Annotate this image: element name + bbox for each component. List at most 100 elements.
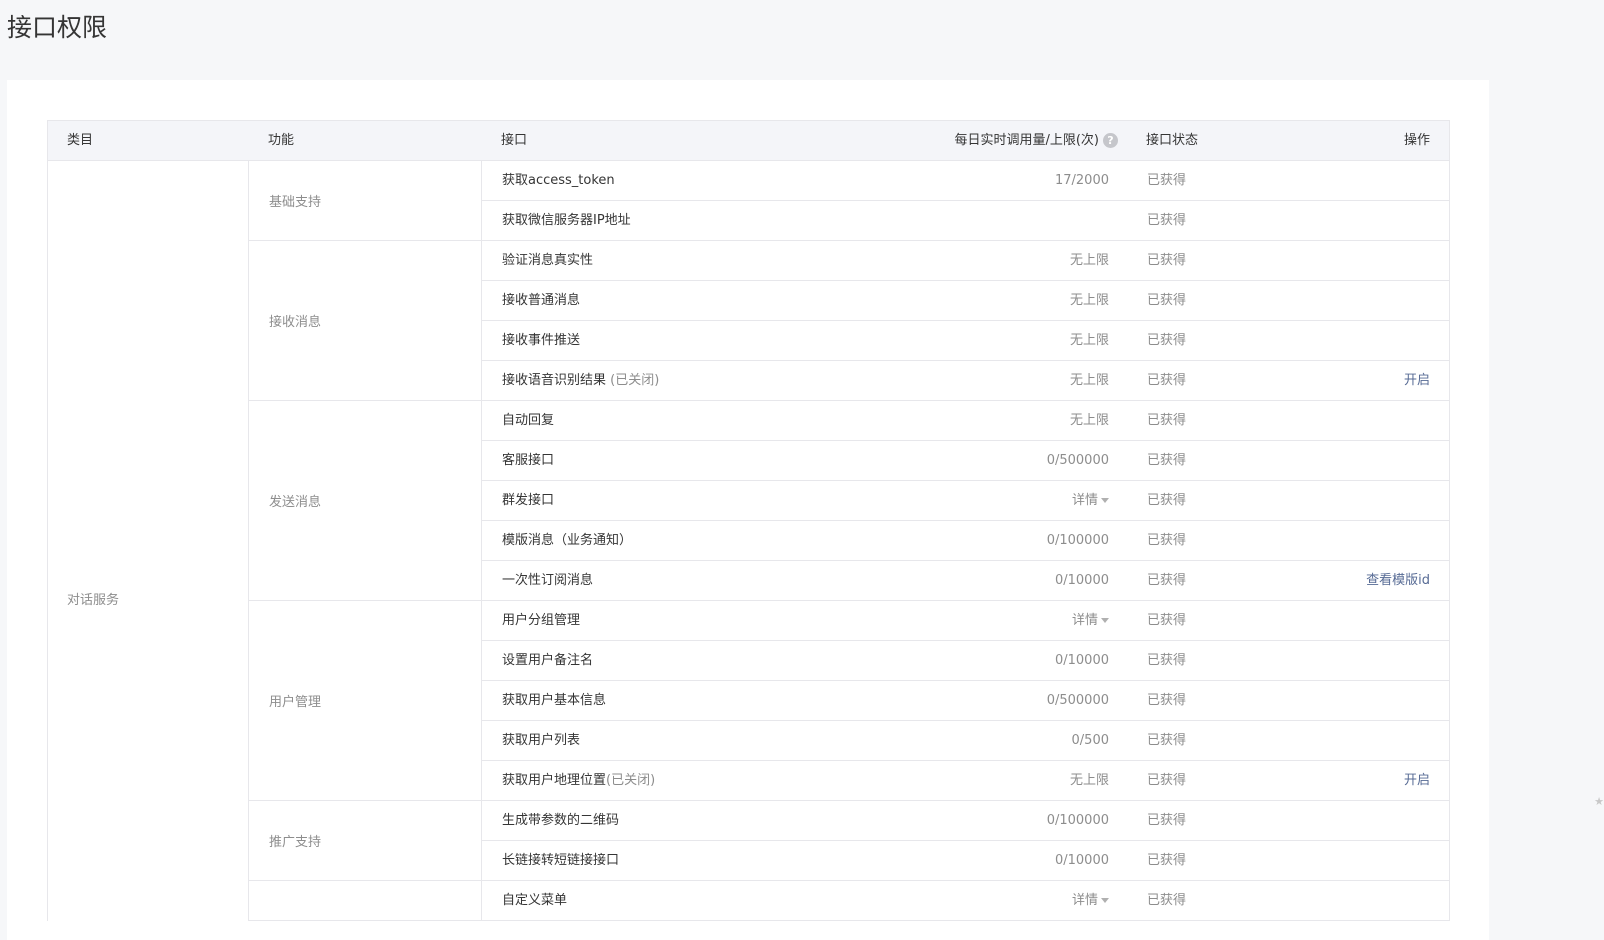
status-value: 已获得 bbox=[1147, 333, 1187, 348]
table-row: 生成带参数的二维码 0/100000 已获得 bbox=[482, 801, 1449, 841]
operation-link[interactable]: 开启 bbox=[1404, 361, 1430, 400]
table-row: 客服接口 0/500000 已获得 bbox=[482, 441, 1449, 481]
category-label: 对话服务 bbox=[67, 593, 120, 608]
usage-detail-dropdown[interactable]: 详情 bbox=[1072, 601, 1109, 640]
table-row: 自动回复 无上限 已获得 bbox=[482, 401, 1449, 441]
status-value: 已获得 bbox=[1147, 413, 1187, 428]
function-group: 自定义菜单 详情 已获得 bbox=[249, 881, 1449, 921]
api-name: 获取access_token bbox=[502, 161, 615, 200]
api-name-text: 生成带参数的二维码 bbox=[502, 813, 620, 828]
caret-down-icon bbox=[1101, 898, 1109, 903]
table-row: 接收事件推送 无上限 已获得 bbox=[482, 321, 1449, 361]
function-label: 发送消息 bbox=[269, 495, 322, 510]
table-row: 获取用户列表 0/500 已获得 bbox=[482, 721, 1449, 761]
api-name: 自定义菜单 bbox=[502, 881, 567, 920]
operation-link[interactable]: 开启 bbox=[1404, 761, 1430, 800]
api-rows: 获取access_token 17/2000 已获得 获取微信服务器IP地址 已获得 bbox=[482, 161, 1449, 240]
table-row: 获取微信服务器IP地址 已获得 bbox=[482, 201, 1449, 240]
table-row: 验证消息真实性 无上限 已获得 bbox=[482, 241, 1449, 281]
api-name: 接收语音识别结果 (已关闭) bbox=[502, 361, 659, 400]
function-group: 发送消息 自动回复 无上限 已获得 客服接口 0/500000 已获得 群发接口 详情 已获得 模版… bbox=[249, 401, 1449, 601]
usage-value: 0/10000 bbox=[1054, 653, 1109, 668]
caret-down-icon bbox=[1101, 498, 1109, 503]
api-rows: 自定义菜单 详情 已获得 bbox=[482, 881, 1449, 920]
function-label: 用户管理 bbox=[269, 695, 322, 710]
closed-note: (已关闭) bbox=[606, 373, 660, 388]
api-name: 获取用户地理位置(已关闭) bbox=[502, 761, 655, 800]
group-list: 基础支持 获取access_token 17/2000 已获得 获取微信服务器IP地址已… bbox=[249, 161, 1449, 921]
usage-value: 0/500000 bbox=[1046, 693, 1109, 708]
api-name: 接收普通消息 bbox=[502, 281, 580, 320]
table-row: 接收普通消息 无上限 已获得 bbox=[482, 281, 1449, 321]
status-value: 已获得 bbox=[1147, 493, 1187, 508]
api-rows: 用户分组管理 详情 已获得 设置用户备注名 0/10000 已获得 获取用户基本信息 0/50… bbox=[482, 601, 1449, 800]
status-value: 已获得 bbox=[1147, 613, 1187, 628]
table-row: 模版消息（业务通知） 0/100000 已获得 bbox=[482, 521, 1449, 561]
api-name-text: 验证消息真实性 bbox=[502, 253, 594, 268]
status-value: 已获得 bbox=[1147, 853, 1187, 868]
api-name: 获取微信服务器IP地址 bbox=[502, 201, 631, 240]
api-name: 设置用户备注名 bbox=[502, 641, 593, 680]
star-icon: ★ bbox=[1594, 795, 1604, 808]
function-cell: 基础支持 bbox=[249, 161, 482, 240]
category-cell: 对话服务 bbox=[48, 161, 249, 921]
caret-down-icon bbox=[1101, 618, 1109, 623]
table-row: 获取access_token 17/2000 已获得 bbox=[482, 161, 1449, 201]
usage-value: 无上限 bbox=[1069, 293, 1109, 308]
detail-label: 详情 bbox=[1071, 893, 1098, 908]
table-row: 群发接口 详情 已获得 bbox=[482, 481, 1449, 521]
status-value: 已获得 bbox=[1147, 693, 1187, 708]
api-name: 用户分组管理 bbox=[502, 601, 580, 640]
table-header: 类目 功能 接口 每日实时调用量/上限(次) ? 接口状态 操作 bbox=[48, 121, 1449, 161]
usage-detail-dropdown[interactable]: 详情 bbox=[1072, 481, 1109, 520]
status-value: 已获得 bbox=[1147, 533, 1187, 548]
api-rows: 生成带参数的二维码 0/100000 已获得 长链接转短链接接口 0/10000 已获得 bbox=[482, 801, 1449, 880]
function-cell: 发送消息 bbox=[249, 401, 482, 600]
api-name: 长链接转短链接接口 bbox=[502, 841, 619, 880]
api-permission-table: 类目 功能 接口 每日实时调用量/上限(次) ? 接口状态 操作 对话服务 基础… bbox=[47, 120, 1450, 921]
question-circle-icon[interactable]: ? bbox=[1103, 133, 1118, 148]
api-name-text: 自定义菜单 bbox=[502, 893, 568, 908]
usage-value: 17/2000 bbox=[1054, 173, 1109, 188]
function-cell: 推广支持 bbox=[249, 801, 482, 880]
usage-value: 0/500000 bbox=[1046, 453, 1109, 468]
status-value: 已获得 bbox=[1147, 213, 1187, 228]
function-cell bbox=[249, 881, 482, 920]
api-name: 模版消息（业务通知） bbox=[502, 521, 632, 560]
status-value: 已获得 bbox=[1147, 453, 1187, 468]
api-name-text: 长链接转短链接接口 bbox=[502, 853, 620, 868]
status-value: 已获得 bbox=[1147, 293, 1187, 308]
api-name-text: 一次性订阅消息 bbox=[502, 573, 594, 588]
status-value: 已获得 bbox=[1147, 373, 1187, 388]
usage-detail-dropdown[interactable]: 详情 bbox=[1072, 881, 1109, 920]
detail-label: 详情 bbox=[1071, 493, 1098, 508]
detail-toggle[interactable]: 详情 bbox=[1072, 481, 1109, 520]
table-body: 对话服务 基础支持 获取access_token 17/2000 已获得 获取微信服务器… bbox=[48, 161, 1449, 921]
usage-value: 0/100000 bbox=[1046, 813, 1109, 828]
function-cell: 用户管理 bbox=[249, 601, 482, 800]
api-name-text: 获取用户基本信息 bbox=[502, 693, 607, 708]
function-group: 推广支持 生成带参数的二维码 0/100000 已获得 长链接转短链接接口 0/10000… bbox=[249, 801, 1449, 881]
api-name-text: 设置用户备注名 bbox=[502, 653, 594, 668]
operation-link[interactable]: 查看模版id bbox=[1366, 561, 1430, 600]
api-name-text: 接收语音识别结果 bbox=[502, 373, 607, 388]
table-row: 接收语音识别结果 (已关闭) 无上限 已获得 开启 bbox=[482, 361, 1449, 400]
api-name-text: 接收普通消息 bbox=[502, 293, 581, 308]
status-value: 已获得 bbox=[1147, 773, 1187, 788]
usage-value: 无上限 bbox=[1069, 333, 1109, 348]
usage-value: 0/100000 bbox=[1046, 533, 1109, 548]
detail-toggle[interactable]: 详情 bbox=[1072, 881, 1109, 920]
api-name: 生成带参数的二维码 bbox=[502, 801, 619, 840]
usage-value: 0/10000 bbox=[1054, 853, 1109, 868]
api-rows: 验证消息真实性 无上限 已获得 接收普通消息 无上限 已获得 接收事件推送 无上限 已获得 接收语… bbox=[482, 241, 1449, 400]
api-name: 群发接口 bbox=[502, 481, 554, 520]
api-name: 接收事件推送 bbox=[502, 321, 580, 360]
header-function: 功能 bbox=[268, 133, 295, 148]
usage-value: 0/500 bbox=[1071, 733, 1109, 748]
status-value: 已获得 bbox=[1147, 573, 1187, 588]
api-name-text: 获取用户地理位置 bbox=[502, 773, 607, 788]
detail-toggle[interactable]: 详情 bbox=[1072, 601, 1109, 640]
function-label: 推广支持 bbox=[269, 835, 322, 850]
table-row: 用户分组管理 详情 已获得 bbox=[482, 601, 1449, 641]
status-value: 已获得 bbox=[1147, 813, 1187, 828]
